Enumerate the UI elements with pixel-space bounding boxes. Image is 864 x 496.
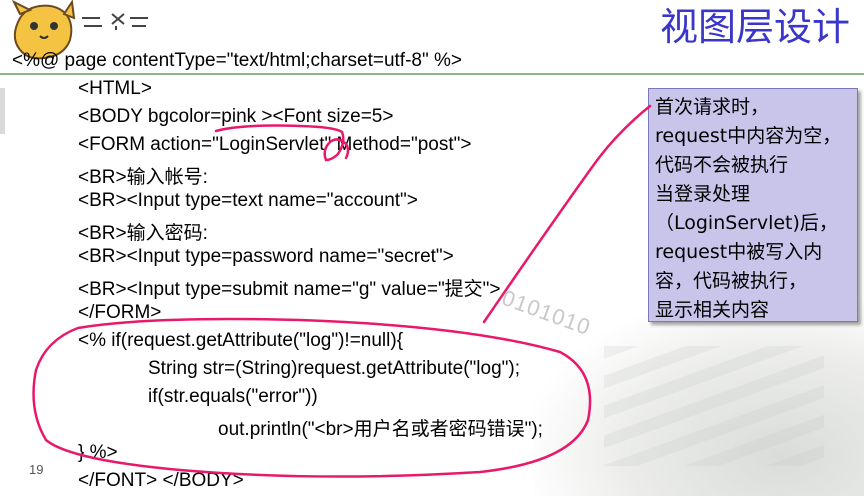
annotation-underline <box>214 124 350 162</box>
annotation-callout-arrow <box>482 104 652 324</box>
page-number: 19 <box>29 462 44 477</box>
annotation-circle <box>32 317 592 478</box>
annotation-layer <box>32 104 652 478</box>
